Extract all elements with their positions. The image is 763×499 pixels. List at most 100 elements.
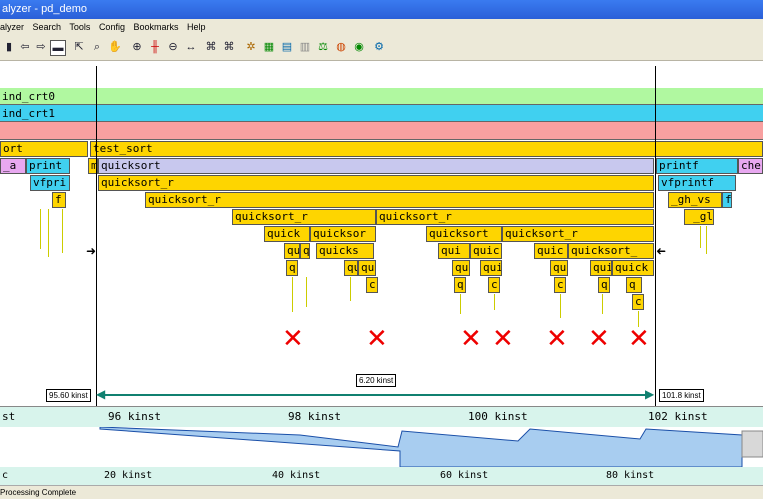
error-mark-icon[interactable]: ✕ (628, 326, 650, 352)
call-c1[interactable]: c (366, 277, 378, 293)
menu-config[interactable]: Config (99, 22, 125, 32)
call-gh-vs[interactable]: _gh_vs (668, 192, 722, 208)
call-quicksort-b[interactable]: quicksort (426, 226, 502, 242)
call-quicksort-r-2[interactable]: quicksort_r (145, 192, 654, 208)
error-mark-icon[interactable]: ✕ (460, 326, 482, 352)
settings-icon[interactable]: ⚙ (372, 40, 386, 54)
error-mark-icon[interactable]: ✕ (492, 326, 514, 352)
call-vfprintf[interactable]: vfprintf (658, 175, 736, 191)
call-qui2[interactable]: qui (480, 260, 502, 276)
call-qu2[interactable]: qu (344, 260, 358, 276)
trace-view[interactable]: ind_crt0 ind_crt1 ort test_sort _a print… (0, 66, 763, 406)
call-c2[interactable]: c (488, 277, 500, 293)
color-icon[interactable]: ◍ (334, 40, 348, 54)
error-mark-icon[interactable]: ✕ (366, 326, 388, 352)
overview-area (0, 426, 763, 468)
back-icon[interactable]: ⇦ (18, 40, 32, 54)
call-quicksort-r-1[interactable]: quicksort_r (98, 175, 654, 191)
zoom-in-icon[interactable]: ⊕ (130, 40, 144, 54)
select-icon[interactable]: ⇱ (72, 40, 86, 54)
range-end-icon: ▶ (645, 387, 655, 401)
call-quicksort[interactable]: quicksort (98, 158, 654, 174)
call-quicksort-r-3[interactable]: quicksort_r (232, 209, 376, 225)
error-mark-icon[interactable]: ✕ (282, 326, 304, 352)
call-quic2[interactable]: quic (534, 243, 568, 259)
axis-label: st (2, 410, 16, 423)
call-q3[interactable]: q (454, 277, 466, 293)
range-icon[interactable]: ↔ (184, 40, 198, 54)
menu-help[interactable]: Help (187, 22, 206, 32)
call-vfpri[interactable]: vfpri (30, 175, 70, 191)
call-qui3[interactable]: qui (590, 260, 612, 276)
arrow-right-icon: ➜ (86, 244, 97, 258)
menu-file[interactable]: alyzer (0, 22, 24, 32)
call-che[interactable]: che (738, 158, 763, 174)
title-bar: alyzer - pd_demo (0, 0, 763, 19)
status-text: Processing Complete (0, 488, 77, 497)
call-q1[interactable]: q (300, 243, 310, 259)
stats-icon[interactable]: ▦ (262, 40, 276, 54)
call-quicksort-r-5[interactable]: quicksort_r (502, 226, 654, 242)
call-quicksort-c[interactable]: quicksort_ (568, 243, 654, 259)
call-qu4[interactable]: qu (452, 260, 470, 276)
call-quick-a[interactable]: quick (264, 226, 310, 242)
chart-icon[interactable]: ▥ (298, 40, 312, 54)
filter-icon[interactable]: ✲ (244, 40, 258, 54)
time-axis[interactable]: st 96 kinst 98 kinst 100 kinst 102 kinst (0, 406, 763, 428)
menu-bookmarks[interactable]: Bookmarks (133, 22, 178, 32)
event-tick (48, 209, 49, 257)
call-a[interactable]: _a (0, 158, 26, 174)
menu-search[interactable]: Search (33, 22, 62, 32)
axis-label: 96 kinst (108, 410, 161, 423)
call-qu5[interactable]: qu (550, 260, 568, 276)
call-f2[interactable]: f (722, 192, 732, 208)
call-sort[interactable]: ort (0, 141, 88, 157)
zoom-fit-icon[interactable]: ▬ (50, 40, 66, 56)
call-test-sort[interactable]: test_sort (90, 141, 763, 157)
zoom-out-icon[interactable]: ⊖ (166, 40, 180, 54)
call-gl[interactable]: _gl (684, 209, 714, 225)
scale-icon[interactable]: ⚖ (316, 40, 330, 54)
call-qui1[interactable]: qui (438, 243, 470, 259)
arrow-left-icon: ➜ (656, 244, 667, 258)
call-quicksort-r-4[interactable]: quicksort_r (376, 209, 654, 225)
axis-label: 60 kinst (440, 470, 489, 481)
call-qu3[interactable]: qu (358, 260, 376, 276)
open-icon[interactable]: ▮ (2, 40, 16, 54)
menu-tools[interactable]: Tools (69, 22, 90, 32)
range-label: 6.20 kinst (356, 374, 397, 387)
call-q4[interactable]: q (598, 277, 610, 293)
forward-icon[interactable]: ⇨ (34, 40, 48, 54)
zoom-icon[interactable]: ⌕ (90, 40, 104, 54)
hand-icon[interactable]: ✋ (108, 40, 122, 54)
call-q5[interactable]: q (626, 277, 642, 293)
palette-icon[interactable]: ◉ (352, 40, 366, 54)
left-marker-line[interactable] (96, 66, 97, 406)
call-qu1[interactable]: qu (284, 243, 300, 259)
histogram-icon[interactable]: ▤ (280, 40, 294, 54)
call-c4[interactable]: c (632, 294, 644, 310)
call-c3[interactable]: c (554, 277, 566, 293)
marker-icon[interactable]: ╫ (148, 40, 162, 54)
call-print[interactable]: print (26, 158, 70, 174)
axis-label: 100 kinst (468, 410, 528, 423)
event-tick (706, 226, 707, 254)
call-quick2[interactable]: quick (612, 260, 654, 276)
row-ind-crt0: ind_crt0 (0, 88, 763, 105)
call-quicks[interactable]: quicks (316, 243, 374, 259)
event-tick (40, 209, 41, 249)
error-mark-icon[interactable]: ✕ (588, 326, 610, 352)
axis-label: 20 kinst (104, 470, 153, 481)
call-f[interactable]: f (52, 192, 66, 208)
find-next-icon[interactable]: ⌘ (222, 40, 236, 54)
call-printf[interactable]: printf (656, 158, 738, 174)
call-q2[interactable]: q (286, 260, 298, 276)
right-marker-line[interactable] (655, 66, 656, 406)
event-tick (700, 226, 701, 248)
overview-graph[interactable] (0, 426, 763, 468)
call-quicksor[interactable]: quicksor (310, 226, 376, 242)
axis-label: 98 kinst (288, 410, 341, 423)
find-icon[interactable]: ⌘ (204, 40, 218, 54)
error-mark-icon[interactable]: ✕ (546, 326, 568, 352)
call-quic1[interactable]: quic (470, 243, 502, 259)
